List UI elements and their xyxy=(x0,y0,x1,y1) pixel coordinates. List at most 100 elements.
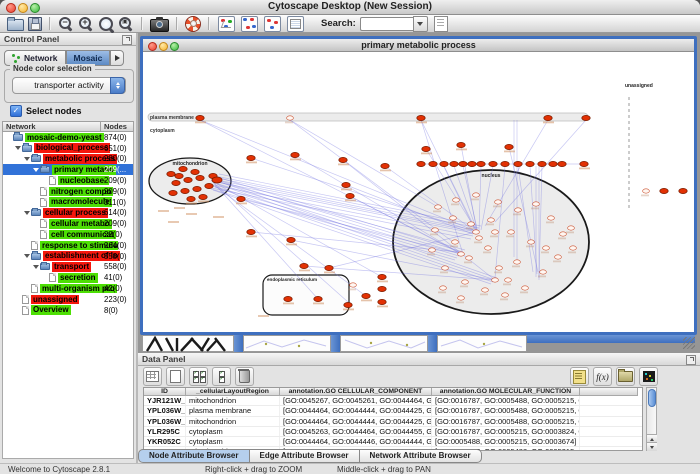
network-node[interactable] xyxy=(300,263,308,268)
network-node[interactable] xyxy=(378,274,386,279)
search-config-icon[interactable] xyxy=(434,16,448,32)
network-node[interactable] xyxy=(568,226,575,230)
disclosure-triangle-icon[interactable] xyxy=(23,157,31,161)
network-canvas[interactable]: plasma membranecytoplasmmitochondrionnuc… xyxy=(143,52,694,332)
network-node[interactable] xyxy=(344,302,352,307)
tree-item-overview[interactable]: Overview8(0) xyxy=(3,305,133,316)
network-node[interactable] xyxy=(558,161,566,166)
network-node[interactable] xyxy=(580,161,588,166)
network-node[interactable] xyxy=(381,163,389,168)
network-node[interactable] xyxy=(284,296,292,301)
delete-attribute-icon[interactable] xyxy=(235,367,254,386)
disclosure-triangle-icon[interactable] xyxy=(23,254,31,258)
table-cell[interactable]: YPL036W__2 xyxy=(144,406,186,415)
front-window-bottom-border[interactable] xyxy=(527,335,695,343)
disclosure-triangle-icon[interactable] xyxy=(14,146,22,150)
vizmapper-icon[interactable] xyxy=(218,16,235,32)
network-node[interactable] xyxy=(528,240,535,244)
save-session-icon[interactable] xyxy=(28,17,42,31)
network-node[interactable] xyxy=(459,161,467,166)
float-panel-icon[interactable] xyxy=(686,355,696,365)
window-titlebar[interactable]: Cytoscape Desktop (New Session) xyxy=(0,0,700,15)
network-node[interactable] xyxy=(543,246,550,250)
select-all-attributes-icon[interactable] xyxy=(189,367,208,386)
network-node[interactable] xyxy=(247,155,255,160)
zoom-fit-icon[interactable]: ▣ xyxy=(119,17,133,31)
background-window-fragment[interactable] xyxy=(340,335,428,352)
disclosure-triangle-icon[interactable] xyxy=(32,265,40,269)
network-node[interactable] xyxy=(435,205,442,209)
table-cell[interactable]: plasma membrane xyxy=(186,406,280,415)
search-input[interactable] xyxy=(360,17,413,31)
column-header-cellular-component[interactable]: annotation.GO CELLULAR_COMPONENT xyxy=(280,388,432,396)
network-node[interactable] xyxy=(526,161,534,166)
network-node[interactable] xyxy=(378,286,386,291)
background-window-edge[interactable] xyxy=(331,335,340,352)
network-node[interactable] xyxy=(522,286,529,290)
network-node[interactable] xyxy=(342,182,350,187)
network-node[interactable] xyxy=(540,270,547,274)
network-node[interactable] xyxy=(495,200,502,204)
table-row-ykr052c[interactable]: YKR052Ccytoplasm[GO:0044464, GO:0044446,… xyxy=(144,437,642,447)
network-node[interactable] xyxy=(346,193,354,198)
network-node[interactable] xyxy=(660,188,668,193)
attribute-matrix-icon[interactable] xyxy=(639,367,658,386)
zoom-out-icon[interactable]: − xyxy=(59,17,73,31)
column-header-region[interactable]: _cellularLayoutRegion xyxy=(186,388,280,396)
network-node[interactable] xyxy=(643,189,650,193)
network-node[interactable] xyxy=(339,157,347,162)
network-node[interactable] xyxy=(549,161,557,166)
network-node[interactable] xyxy=(167,171,175,176)
network-node[interactable] xyxy=(175,173,183,178)
more-tabs-button[interactable] xyxy=(110,50,124,66)
background-window-fragment[interactable] xyxy=(243,335,331,352)
tree-item-secretion[interactable]: secretion41(0) xyxy=(3,272,133,283)
table-row-yjr121w__1[interactable]: YJR121W__1mitochondrion[GO:0045267, GO:0… xyxy=(144,396,642,406)
table-cell[interactable]: [GO:0044464, GO:0044446, GO:0044444, G..… xyxy=(280,437,432,446)
import-attributes-icon[interactable] xyxy=(616,367,635,386)
network-node[interactable] xyxy=(212,177,222,183)
background-window-edge[interactable] xyxy=(234,335,243,352)
network-node[interactable] xyxy=(362,293,370,298)
network-node[interactable] xyxy=(533,202,540,206)
network-node[interactable] xyxy=(458,252,465,256)
attribute-table[interactable]: ID_cellularLayoutRegionannotation.GO CEL… xyxy=(143,387,643,451)
table-cell[interactable]: mitochondrion xyxy=(186,417,280,426)
tree-item-cell-communicat[interactable]: cell communicat22(0) xyxy=(3,229,133,240)
table-row-ylr295c[interactable]: YLR295Ccytoplasm[GO:0045263, GO:0044464,… xyxy=(144,427,642,437)
network-node[interactable] xyxy=(502,293,509,297)
table-cell[interactable]: cytoplasm xyxy=(186,427,280,436)
network-node[interactable] xyxy=(473,230,480,234)
compartment-plasma-membrane[interactable] xyxy=(148,113,588,121)
network-column-header[interactable]: Network xyxy=(2,121,101,132)
network-node[interactable] xyxy=(508,230,515,234)
network-node[interactable] xyxy=(570,246,577,250)
table-cell[interactable]: YPL036W__1 xyxy=(144,417,186,426)
table-cell[interactable]: [GO:0045263, GO:0044464, GO:0044455, G..… xyxy=(280,427,432,436)
snapshot-icon[interactable] xyxy=(150,19,169,32)
network-node[interactable] xyxy=(505,278,512,282)
network-node[interactable] xyxy=(417,115,425,120)
network-node[interactable] xyxy=(187,196,195,201)
tab-edge-attribute-browser[interactable]: Edge Attribute Browser xyxy=(250,449,360,463)
advanced-filter-icon[interactable] xyxy=(287,16,304,32)
network-node[interactable] xyxy=(468,161,476,166)
network-node[interactable] xyxy=(544,115,552,120)
table-cell[interactable]: YKR052C xyxy=(144,437,186,446)
column-header-molecular-function[interactable]: annotation.GO MOLECULAR_FUNCTION xyxy=(432,388,580,396)
table-cell[interactable]: YLR295C xyxy=(144,427,186,436)
network-node[interactable] xyxy=(417,161,425,166)
network-node[interactable] xyxy=(440,161,448,166)
redraw-network-icon[interactable] xyxy=(185,16,201,32)
tab-network-attribute-browser[interactable]: Network Attribute Browser xyxy=(360,449,482,463)
network-node[interactable] xyxy=(184,177,192,182)
network-node[interactable] xyxy=(429,248,436,252)
network-node[interactable] xyxy=(191,169,199,174)
open-session-icon[interactable] xyxy=(7,19,24,31)
network-node[interactable] xyxy=(325,265,333,270)
tree-item-nitrogen-compo[interactable]: nitrogen compo209(0) xyxy=(3,186,133,197)
network-node[interactable] xyxy=(462,280,469,284)
search-dropdown-button[interactable] xyxy=(413,16,428,32)
network-node[interactable] xyxy=(476,236,483,240)
network-node[interactable] xyxy=(350,283,357,287)
